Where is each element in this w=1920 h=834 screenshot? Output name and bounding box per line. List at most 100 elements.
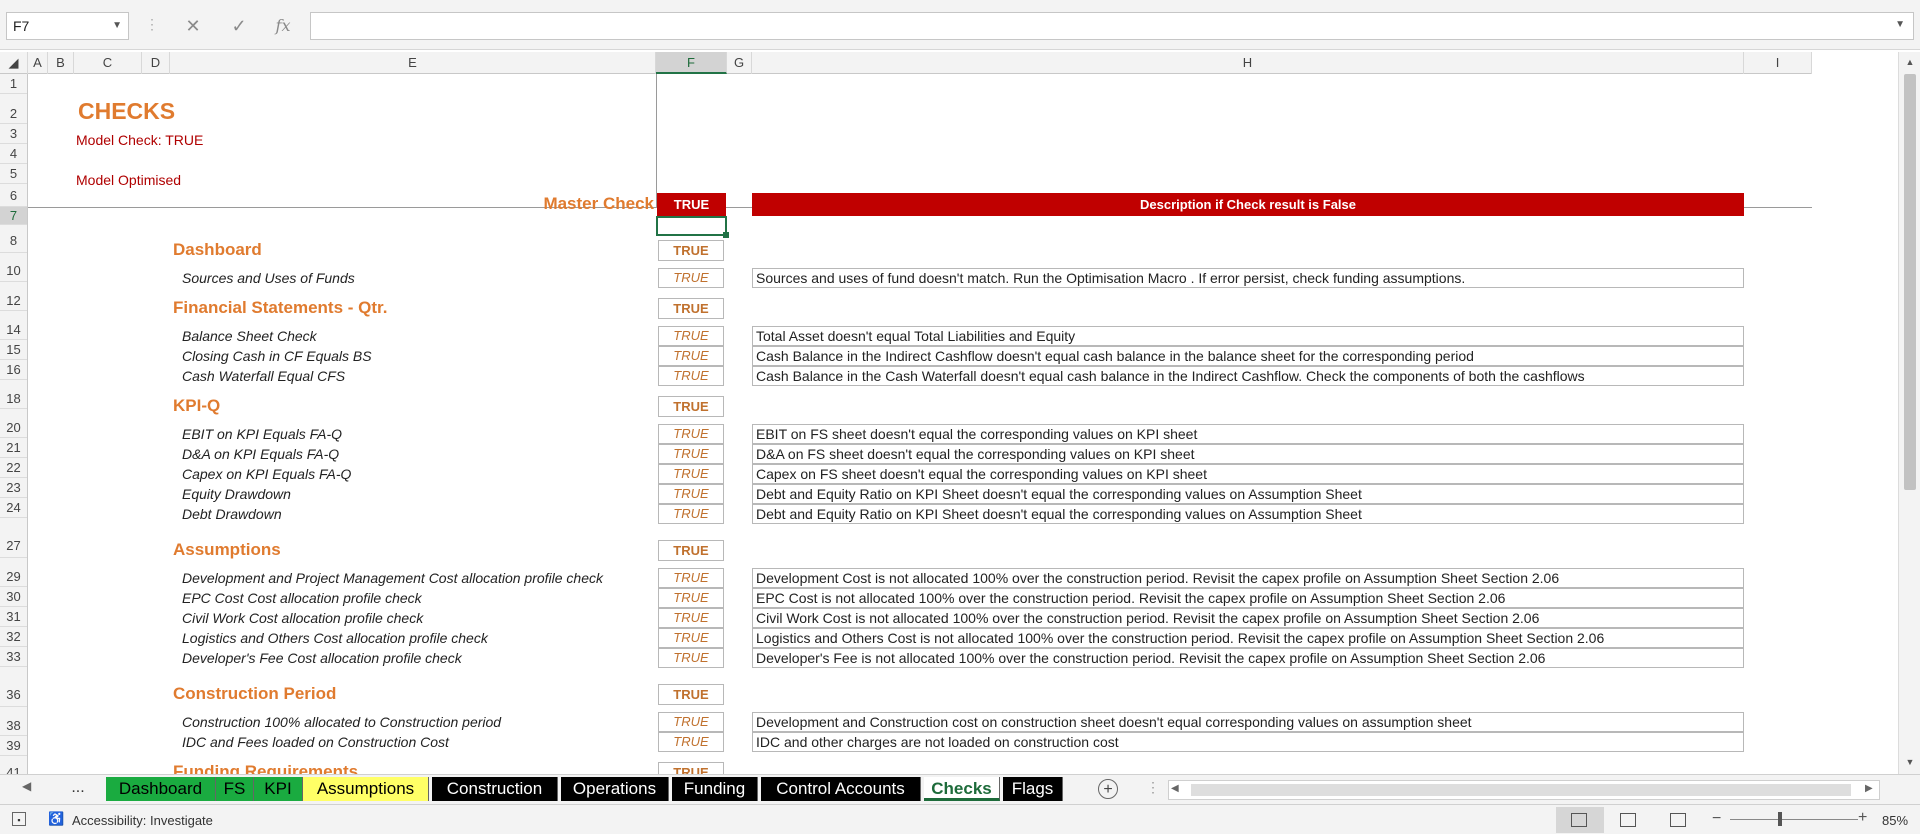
accessibility-status[interactable]: Accessibility: Investigate: [72, 813, 213, 828]
check-description[interactable]: Cash Balance in the Cash Waterfall doesn…: [752, 366, 1744, 386]
row-header[interactable]: 32: [0, 627, 27, 647]
fill-handle[interactable]: [723, 232, 729, 238]
row-header[interactable]: 21: [0, 438, 27, 458]
row-header[interactable]: 31: [0, 607, 27, 627]
select-all-corner[interactable]: ◢: [0, 52, 28, 74]
row-header[interactable]: 27: [0, 518, 27, 558]
row-header[interactable]: 18: [0, 380, 27, 409]
normal-view-button[interactable]: [1556, 807, 1604, 833]
section-result[interactable]: TRUE: [658, 540, 724, 561]
page-layout-icon[interactable]: [1620, 813, 1636, 827]
zoom-slider[interactable]: [1730, 819, 1858, 820]
splitter-handle-icon[interactable]: ⋮: [1146, 779, 1160, 796]
master-check-value[interactable]: TRUE: [657, 193, 726, 216]
tab-dashboard[interactable]: Dashboard: [106, 777, 216, 801]
row-header[interactable]: 36: [0, 667, 27, 707]
row-header[interactable]: 10: [0, 253, 27, 282]
scroll-right-icon[interactable]: ▶: [1865, 783, 1873, 794]
section-result[interactable]: TRUE: [658, 684, 724, 705]
section-result[interactable]: TRUE: [658, 298, 724, 319]
row-header[interactable]: 29: [0, 558, 27, 587]
check-description[interactable]: Total Asset doesn't equal Total Liabilit…: [752, 326, 1744, 346]
row-header[interactable]: 30: [0, 587, 27, 607]
check-description[interactable]: Capex on FS sheet doesn't equal the corr…: [752, 464, 1744, 484]
check-result[interactable]: TRUE: [658, 424, 724, 444]
row-header[interactable]: 16: [0, 360, 27, 380]
scroll-up-icon[interactable]: ▲: [1902, 54, 1918, 70]
check-result[interactable]: TRUE: [658, 346, 724, 366]
enter-icon[interactable]: ✓: [224, 12, 254, 40]
row-header[interactable]: 5: [0, 164, 27, 184]
tab-funding[interactable]: Funding: [672, 777, 758, 801]
row-header[interactable]: 20: [0, 409, 27, 438]
accessibility-icon[interactable]: ♿: [48, 811, 64, 827]
row-header[interactable]: 23: [0, 478, 27, 498]
section-result[interactable]: TRUE: [658, 240, 724, 261]
column-header-i[interactable]: I: [1744, 52, 1812, 74]
column-header-h[interactable]: H: [752, 52, 1744, 74]
expand-formula-icon[interactable]: ▼: [1895, 19, 1905, 30]
column-header-f[interactable]: F: [656, 52, 727, 74]
check-result[interactable]: TRUE: [658, 588, 724, 608]
tab-fs[interactable]: FS: [216, 777, 254, 801]
column-header-g[interactable]: G: [727, 52, 752, 74]
row-header-selected[interactable]: 7: [0, 207, 27, 225]
zoom-in-icon[interactable]: +: [1858, 809, 1867, 827]
tab-operations[interactable]: Operations: [561, 777, 669, 801]
row-header[interactable]: 2: [0, 94, 27, 124]
check-description[interactable]: EPC Cost is not allocated 100% over the …: [752, 588, 1744, 608]
check-description[interactable]: Cash Balance in the Indirect Cashflow do…: [752, 346, 1744, 366]
row-header[interactable]: 22: [0, 458, 27, 478]
tab-checks[interactable]: Checks: [924, 777, 1000, 801]
row-header[interactable]: 24: [0, 498, 27, 518]
page-break-preview-icon[interactable]: [1670, 813, 1686, 827]
check-result[interactable]: TRUE: [658, 608, 724, 628]
column-header-d[interactable]: D: [142, 52, 170, 74]
tab-more[interactable]: ...: [56, 777, 100, 801]
more-options-icon[interactable]: ⋮: [145, 16, 159, 36]
column-header-a[interactable]: A: [28, 52, 48, 74]
check-description[interactable]: Developer's Fee is not allocated 100% ov…: [752, 648, 1744, 668]
tab-kpi[interactable]: KPI: [254, 777, 303, 801]
row-header[interactable]: 14: [0, 311, 27, 340]
check-result[interactable]: TRUE: [658, 326, 724, 346]
worksheet-grid[interactable]: CHECKS Model Check: TRUE Model Optimised…: [28, 74, 1812, 774]
add-sheet-icon[interactable]: +: [1098, 779, 1118, 799]
tab-flags[interactable]: Flags: [1003, 777, 1063, 801]
row-header[interactable]: 39: [0, 736, 27, 756]
check-result[interactable]: TRUE: [658, 568, 724, 588]
horizontal-scrollbar[interactable]: ◀ ▶: [1168, 780, 1880, 800]
tab-construction[interactable]: Construction: [432, 777, 558, 801]
check-description[interactable]: IDC and other charges are not loaded on …: [752, 732, 1744, 752]
row-header[interactable]: 12: [0, 282, 27, 311]
name-box[interactable]: F7 ▼: [6, 12, 129, 40]
tab-assumptions[interactable]: Assumptions: [303, 777, 429, 801]
check-description[interactable]: Logistics and Others Cost is not allocat…: [752, 628, 1744, 648]
check-result[interactable]: TRUE: [658, 484, 724, 504]
check-result[interactable]: TRUE: [658, 366, 724, 386]
row-header[interactable]: 1: [0, 74, 27, 94]
check-result[interactable]: TRUE: [658, 628, 724, 648]
check-description[interactable]: Sources and uses of fund doesn't match. …: [752, 268, 1744, 288]
column-header-b[interactable]: B: [48, 52, 74, 74]
zoom-level[interactable]: 85%: [1882, 813, 1908, 828]
horizontal-scroll-thumb[interactable]: [1191, 784, 1851, 796]
check-result[interactable]: TRUE: [658, 268, 724, 288]
row-header[interactable]: 6: [0, 184, 27, 207]
row-header[interactable]: 4: [0, 144, 27, 164]
row-header[interactable]: 33: [0, 647, 27, 667]
check-description[interactable]: Civil Work Cost is not allocated 100% ov…: [752, 608, 1744, 628]
row-header[interactable]: 3: [0, 124, 27, 144]
selected-cell-f7[interactable]: [656, 216, 727, 236]
column-header-c[interactable]: C: [74, 52, 142, 74]
check-description[interactable]: Development and Construction cost on con…: [752, 712, 1744, 732]
row-header[interactable]: 8: [0, 225, 27, 253]
check-result[interactable]: TRUE: [658, 648, 724, 668]
chevron-down-icon[interactable]: ▼: [112, 13, 122, 39]
row-header[interactable]: 15: [0, 340, 27, 360]
formula-input[interactable]: ▼: [310, 12, 1914, 40]
vertical-scroll-thumb[interactable]: [1904, 74, 1916, 490]
zoom-out-icon[interactable]: −: [1712, 810, 1721, 828]
scroll-down-icon[interactable]: ▼: [1902, 754, 1918, 770]
check-result[interactable]: TRUE: [658, 732, 724, 752]
